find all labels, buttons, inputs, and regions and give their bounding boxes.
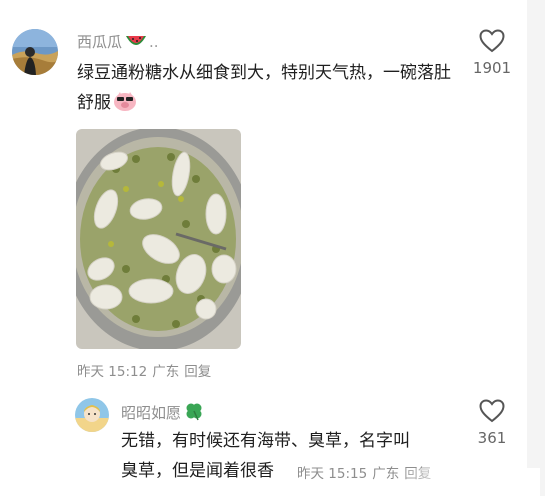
like-button[interactable]: 361 — [462, 399, 522, 447]
avatar[interactable] — [12, 29, 58, 75]
four-leaf-clover-emoji — [184, 401, 204, 425]
username[interactable]: 昭昭如愿 — [121, 401, 204, 425]
comment-location: 广东 — [152, 364, 180, 380]
username-text: 西瓜瓜 — [77, 33, 123, 51]
watermelon-emoji — [125, 34, 147, 54]
heart-icon — [479, 29, 505, 53]
comment-meta: 昨天 15:12 广东 回复 — [77, 360, 211, 380]
watermark-overlay — [400, 468, 540, 496]
like-count: 1901 — [472, 59, 512, 77]
username-suffix: .. — [149, 33, 159, 51]
comment-time: 昨天 15:15 — [297, 466, 368, 482]
reply-button[interactable]: 回复 — [184, 364, 211, 380]
heart-icon — [479, 399, 505, 423]
username-text: 昭昭如愿 — [121, 404, 182, 422]
like-count: 361 — [477, 429, 507, 447]
comment-text: 绿豆通粉糖水从细食到大，特别天气热，一碗落肚舒服 — [77, 58, 457, 122]
pig-face-sunglasses-emoji — [113, 90, 137, 122]
username[interactable]: 西瓜瓜 .. — [77, 31, 159, 54]
comment-location: 广东 — [372, 466, 400, 482]
comment-text-line: 无错，有时候还有海带、臭草，名字叫 — [121, 431, 410, 451]
avatar[interactable] — [75, 398, 109, 432]
like-button[interactable]: 1901 — [462, 29, 522, 77]
comment-photo[interactable] — [76, 129, 241, 349]
comment-time: 昨天 15:12 — [77, 364, 148, 380]
comment-item: 西瓜瓜 .. 绿豆通粉糖水从细食到大，特别天气热，一碗落肚舒服 昨天 15:12… — [0, 0, 545, 384]
